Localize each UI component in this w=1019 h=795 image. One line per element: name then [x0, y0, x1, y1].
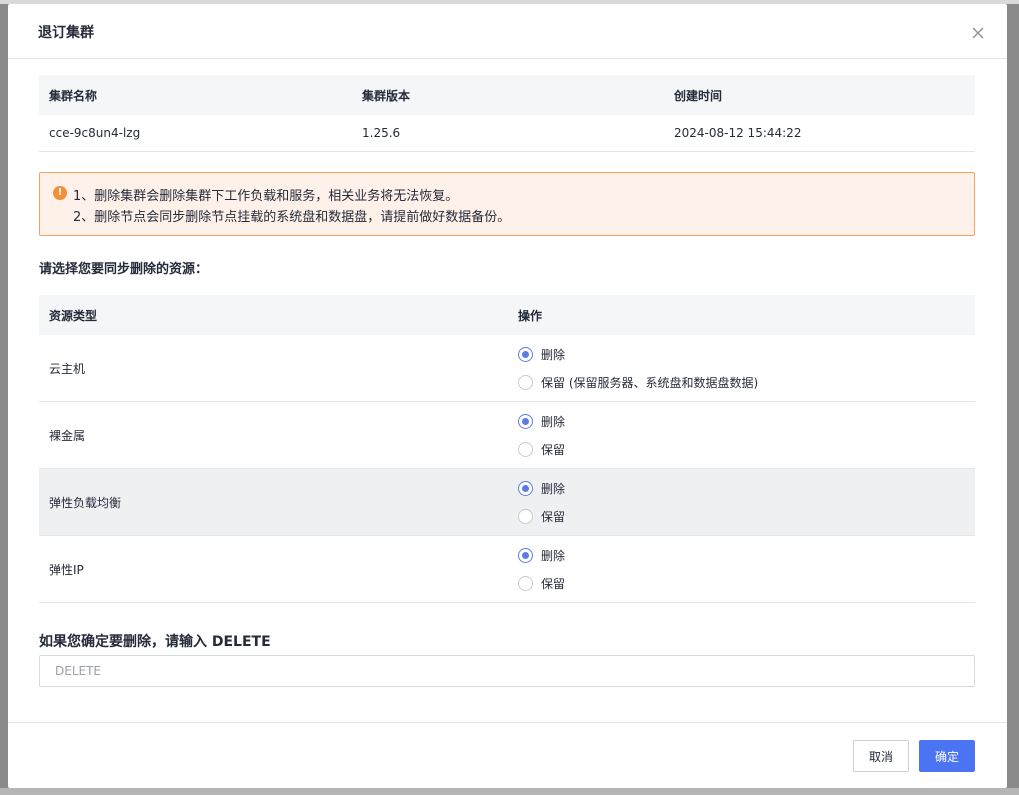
table-row: 裸金属 删除 保留 [39, 402, 975, 469]
header-cluster-name: 集群名称 [49, 88, 98, 103]
radio-label: 删除 [541, 347, 566, 362]
radio-label: 保留 [541, 442, 566, 457]
cell-created-time: 2024-08-12 15:44:22 [674, 126, 802, 140]
header-created-time: 创建时间 [674, 88, 723, 103]
table-row: 弹性IP 删除 保留 [39, 536, 975, 603]
radio-checked-icon[interactable] [518, 413, 533, 429]
radio-unchecked-icon[interactable] [518, 575, 533, 591]
table-header: 集群名称 集群版本 创建时间 [39, 75, 975, 115]
dialog-title: 退订集群 [38, 25, 94, 41]
warning-line-1: 1、删除集群会删除集群下工作负载和服务，相关业务将无法恢复。 [73, 189, 459, 204]
radio-eip-keep[interactable]: 保留 [518, 575, 975, 591]
header-resource-type: 资源类型 [49, 308, 98, 323]
resource-table: 资源类型 操作 云主机 删除 保留 (保留服务器、系统盘和数据盘数据) 裸金属 [39, 295, 975, 603]
resource-type-bms: 裸金属 [49, 428, 86, 443]
delete-confirm-input[interactable] [39, 655, 975, 687]
close-icon[interactable] [970, 25, 986, 41]
radio-group-bms: 删除 保留 [509, 413, 975, 457]
radio-elb-delete[interactable]: 删除 [518, 480, 975, 496]
header-cluster-version: 集群版本 [362, 88, 411, 103]
radio-group-elb: 删除 保留 [509, 480, 975, 524]
radio-label: 保留 [541, 509, 566, 524]
dialog-footer: 取消 确定 [8, 722, 1007, 788]
radio-bms-keep[interactable]: 保留 [518, 441, 975, 457]
radio-label: 保留 [541, 576, 566, 591]
resource-type-eip: 弹性IP [49, 562, 84, 577]
radio-unchecked-icon[interactable] [518, 374, 533, 390]
confirm-button[interactable]: 确定 [919, 740, 975, 772]
header-operation: 操作 [518, 308, 543, 323]
radio-label: 保留 (保留服务器、系统盘和数据盘数据) [541, 375, 759, 390]
cluster-info-table: 集群名称 集群版本 创建时间 cce-9c8un4-lzg 1.25.6 202… [39, 75, 975, 152]
radio-group-eip: 删除 保留 [509, 547, 975, 591]
radio-checked-icon[interactable] [518, 480, 533, 496]
resource-type-elb: 弹性负载均衡 [49, 495, 122, 510]
radio-group-ecs: 删除 保留 (保留服务器、系统盘和数据盘数据) [509, 346, 975, 390]
table-row: cce-9c8un4-lzg 1.25.6 2024-08-12 15:44:2… [39, 115, 975, 152]
cancel-button[interactable]: 取消 [853, 740, 909, 772]
radio-checked-icon[interactable] [518, 346, 533, 362]
radio-elb-keep[interactable]: 保留 [518, 508, 975, 524]
radio-eip-delete[interactable]: 删除 [518, 547, 975, 563]
radio-unchecked-icon[interactable] [518, 441, 533, 457]
confirm-delete-label: 如果您确定要删除，请输入 DELETE [39, 634, 271, 650]
radio-ecs-keep[interactable]: 保留 (保留服务器、系统盘和数据盘数据) [518, 374, 975, 390]
warning-icon: ! [53, 186, 67, 200]
table-row: 云主机 删除 保留 (保留服务器、系统盘和数据盘数据) [39, 335, 975, 402]
select-resources-label: 请选择您要同步删除的资源： [39, 262, 209, 277]
radio-label: 删除 [541, 414, 566, 429]
radio-label: 删除 [541, 481, 566, 496]
unsubscribe-cluster-dialog: 退订集群 集群名称 集群版本 创建时间 cce-9c8un4-lzg 1.25.… [8, 4, 1007, 788]
background-page-bottom [0, 788, 1019, 795]
cell-cluster-version: 1.25.6 [362, 126, 401, 140]
table-header: 资源类型 操作 [39, 295, 975, 335]
radio-label: 删除 [541, 548, 566, 563]
warning-alert: ! 1、删除集群会删除集群下工作负载和服务，相关业务将无法恢复。 2、删除节点会… [39, 172, 975, 236]
radio-ecs-delete[interactable]: 删除 [518, 346, 975, 362]
warning-line-2: 2、删除节点会同步删除节点挂载的系统盘和数据盘，请提前做好数据备份。 [73, 210, 511, 225]
radio-checked-icon[interactable] [518, 547, 533, 563]
dialog-header: 退订集群 [8, 4, 1007, 59]
table-row: 弹性负载均衡 删除 保留 [39, 469, 975, 536]
resource-type-ecs: 云主机 [49, 361, 86, 376]
cell-cluster-name: cce-9c8un4-lzg [49, 126, 141, 140]
radio-bms-delete[interactable]: 删除 [518, 413, 975, 429]
radio-unchecked-icon[interactable] [518, 508, 533, 524]
